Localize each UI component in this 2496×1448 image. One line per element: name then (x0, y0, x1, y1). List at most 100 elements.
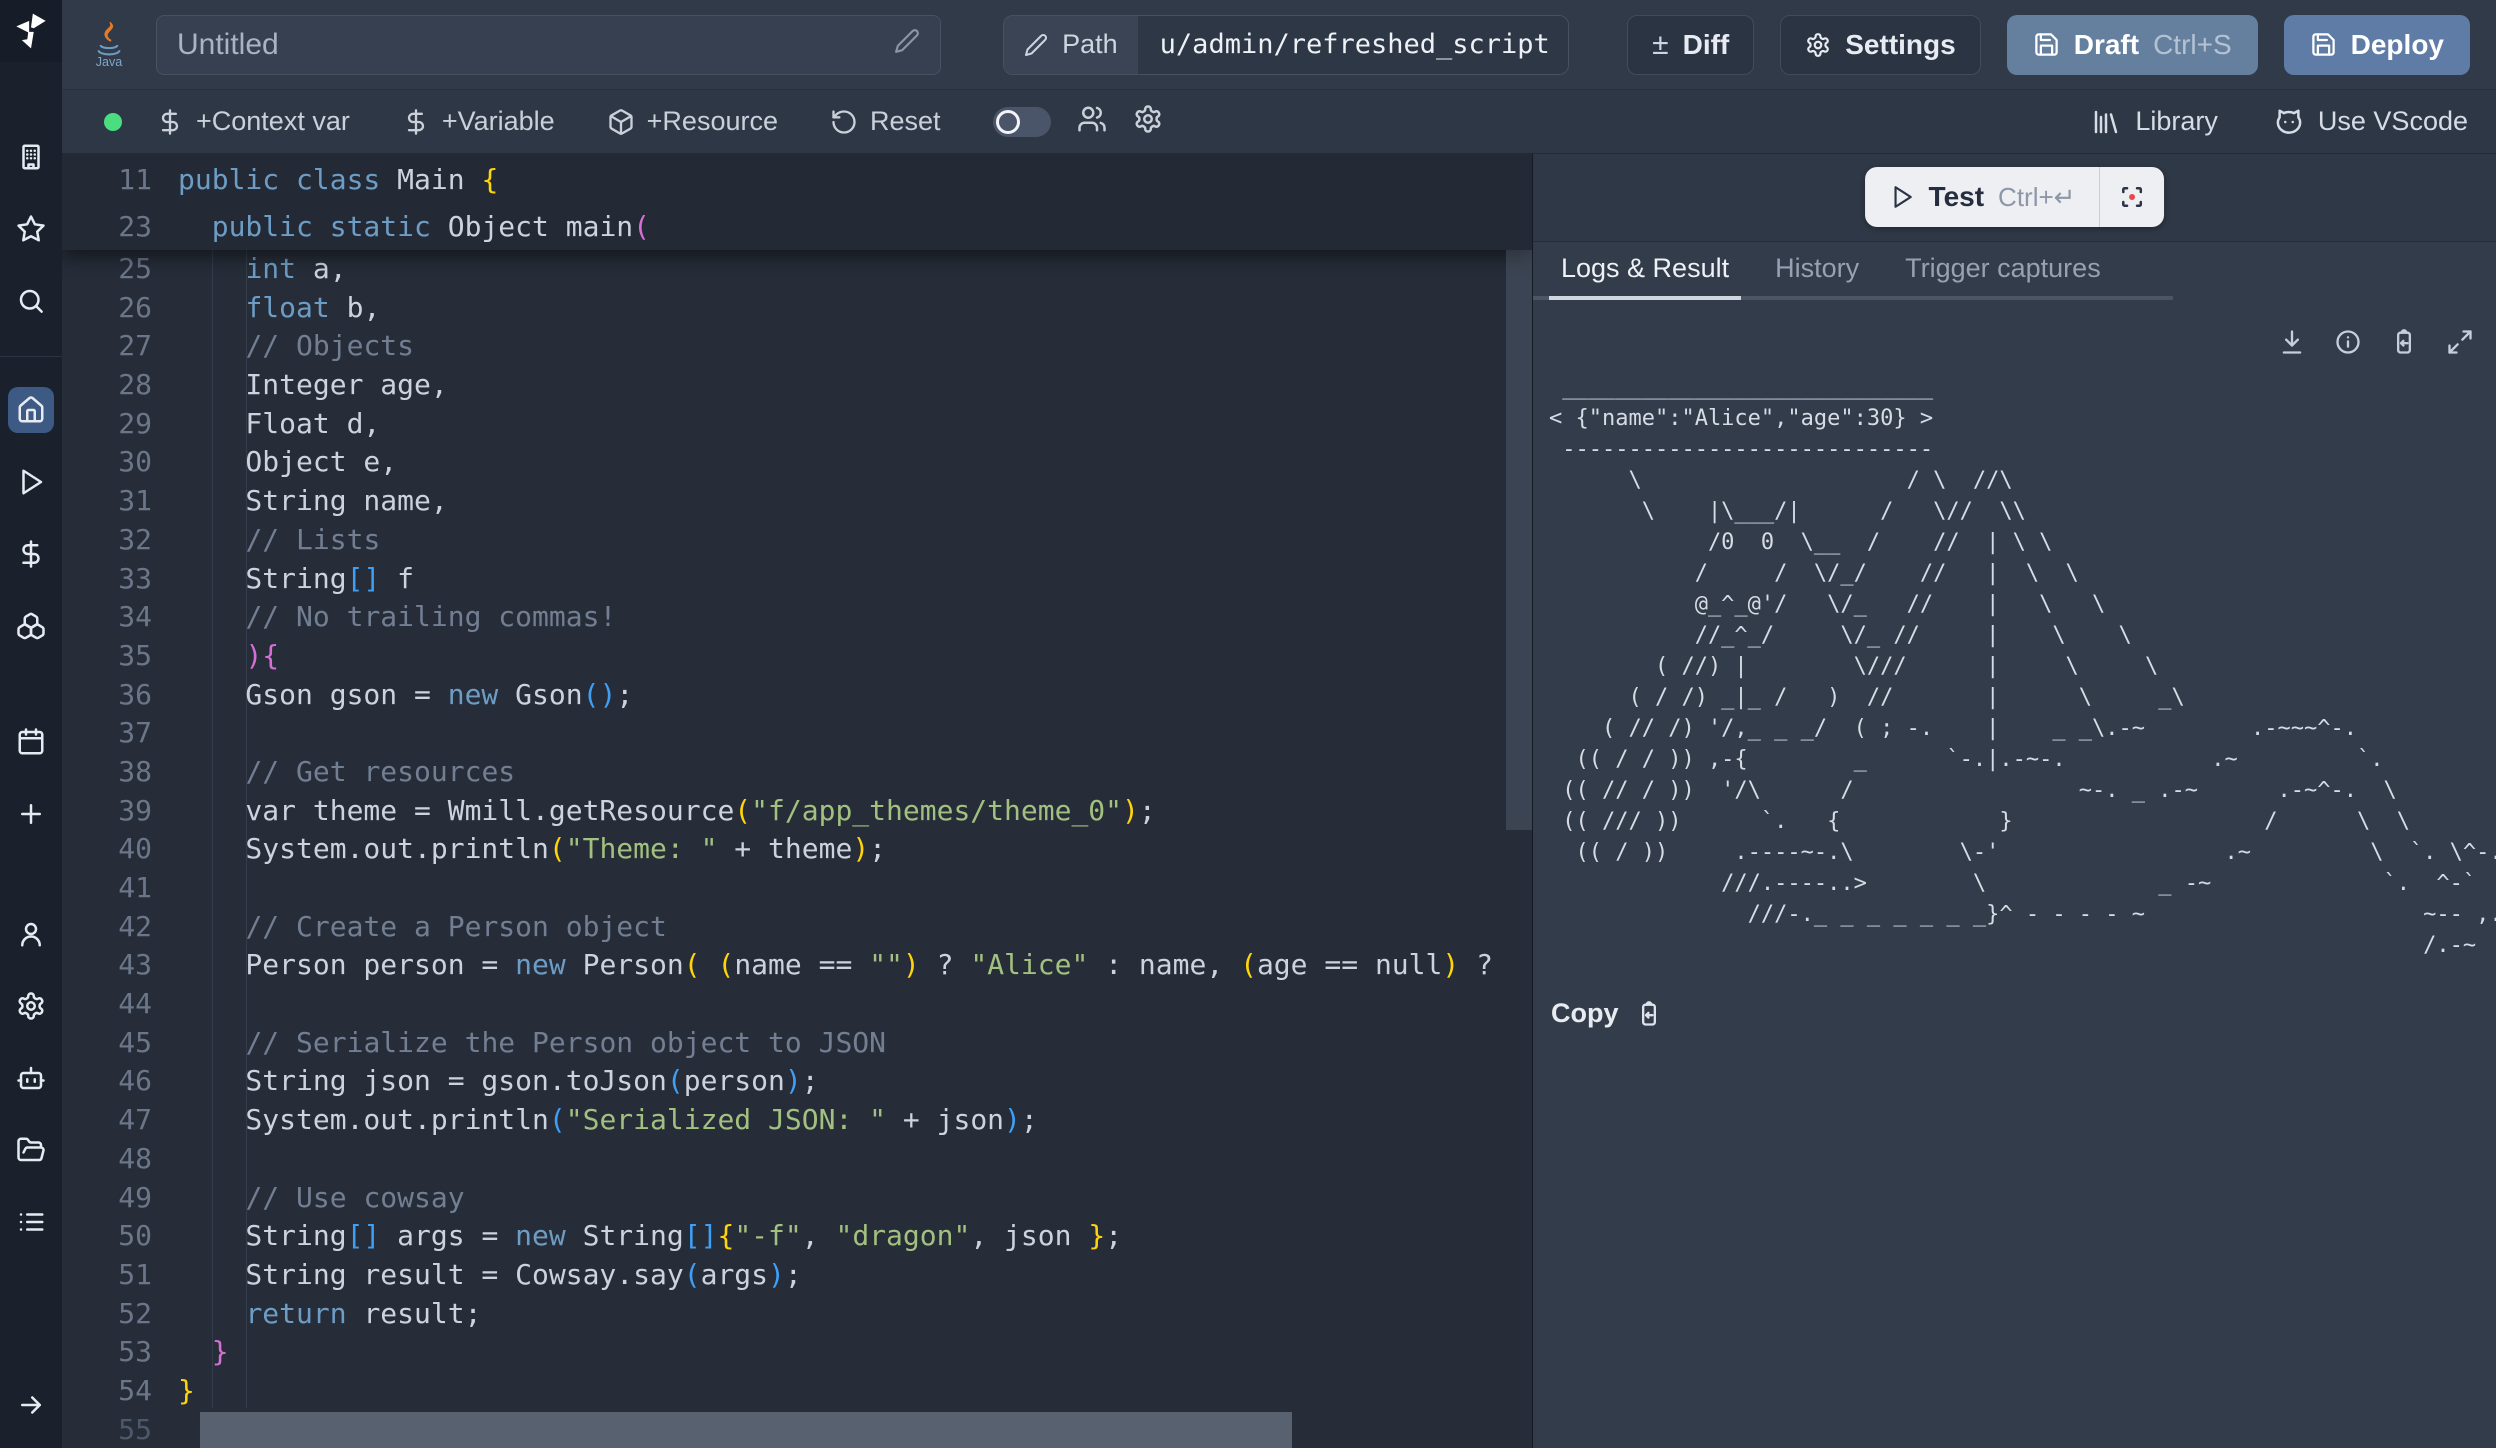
sticky-scope-lines[interactable]: 11public class Main {23 public static Ob… (62, 154, 1532, 250)
code-line-48[interactable]: 48 (62, 1140, 1532, 1179)
sidebar-item-expand-sidebar[interactable] (8, 1382, 54, 1428)
add-variable-button[interactable]: +Variable (402, 106, 555, 137)
code-line-25[interactable]: 25 int a, (62, 250, 1532, 289)
code-line-46[interactable]: 46 String json = gson.toJson(person); (62, 1062, 1532, 1101)
windmill-logo-icon (9, 9, 53, 53)
path-control[interactable]: Path u/admin/refreshed_script (1003, 15, 1569, 75)
settings-button[interactable]: Settings (1780, 15, 1980, 75)
line-content: System.out.println("Theme: " + theme); (152, 830, 886, 869)
code-line-53[interactable]: 53 } (62, 1333, 1532, 1372)
line-number: 34 (62, 598, 152, 637)
sidebar-item-home[interactable] (8, 387, 54, 433)
line-content: // Objects (152, 327, 414, 366)
code-line-40[interactable]: 40 System.out.println("Theme: " + theme)… (62, 830, 1532, 869)
line-content: Person person = new Person( (name == "")… (152, 946, 1493, 985)
sidebar-item-workspace[interactable] (8, 134, 54, 180)
sidebar-item-folders[interactable] (8, 1127, 54, 1173)
sidebar-item-workers[interactable] (8, 1055, 54, 1101)
code-line-50[interactable]: 50 String[] args = new String[]{"-f", "d… (62, 1217, 1532, 1256)
info-icon[interactable] (2334, 328, 2362, 356)
draft-shortcut: Ctrl+S (2153, 29, 2232, 61)
code-line-49[interactable]: 49 // Use cowsay (62, 1179, 1532, 1218)
code-line-45[interactable]: 45 // Serialize the Person object to JSO… (62, 1024, 1532, 1063)
code-editor[interactable]: 11public class Main {23 public static Ob… (62, 154, 1532, 1448)
code-line-31[interactable]: 31 String name, (62, 482, 1532, 521)
test-button[interactable]: Test Ctrl+↵ (1865, 181, 2100, 213)
code-line-34[interactable]: 34 // No trailing commas! (62, 598, 1532, 637)
add-context-var-label: +Context var (196, 106, 350, 137)
code-line-43[interactable]: 43 Person person = new Person( (name == … (62, 946, 1532, 985)
horizontal-scrollbar[interactable] (200, 1412, 1292, 1448)
vscode-icon (2274, 107, 2304, 137)
code-line-52[interactable]: 52 return result; (62, 1295, 1532, 1334)
add-context-var-button[interactable]: +Context var (156, 106, 350, 137)
code-line-32[interactable]: 32 // Lists (62, 521, 1532, 560)
sidebar-item-variables[interactable] (8, 531, 54, 577)
diff-button[interactable]: ± Diff (1627, 15, 1754, 75)
code-line-38[interactable]: 38 // Get resources (62, 753, 1532, 792)
code-line-47[interactable]: 47 System.out.println("Serialized JSON: … (62, 1101, 1532, 1140)
sidebar-item-schedules[interactable] (8, 719, 54, 765)
code-line-42[interactable]: 42 // Create a Person object (62, 908, 1532, 947)
code-line-28[interactable]: 28 Integer age, (62, 366, 1532, 405)
script-title-input[interactable]: Untitled (156, 15, 941, 75)
draft-label: Draft (2074, 29, 2139, 61)
code-line-23[interactable]: 23 public static Object main( (62, 203, 1532, 250)
result-ascii-output: ____________________________ < {"name":"… (1549, 372, 2496, 972)
save-icon (2310, 31, 2337, 58)
line-number: 52 (62, 1295, 152, 1334)
draft-button[interactable]: Draft Ctrl+S (2007, 15, 2258, 75)
deploy-button[interactable]: Deploy (2284, 15, 2470, 75)
copy-result-button[interactable]: Copy (1533, 998, 2496, 1029)
windmill-logo[interactable] (0, 0, 62, 62)
sidebar-item-account[interactable] (8, 911, 54, 957)
pencil-icon (1024, 33, 1048, 57)
assistant-toggle[interactable] (993, 107, 1051, 137)
line-content (152, 869, 178, 908)
clipboard-copy-icon[interactable] (2390, 328, 2418, 356)
code-line-30[interactable]: 30 Object e, (62, 443, 1532, 482)
edit-title-pencil-icon[interactable] (894, 28, 920, 62)
tab-logs-result[interactable]: Logs & Result (1549, 253, 1741, 300)
tab-trigger-captures[interactable]: Trigger captures (1893, 253, 2113, 300)
code-line-51[interactable]: 51 String result = Cowsay.say(args); (62, 1256, 1532, 1295)
sidebar-item-settings[interactable] (8, 983, 54, 1029)
code-line-26[interactable]: 26 float b, (62, 289, 1532, 328)
add-resource-button[interactable]: +Resource (607, 106, 778, 137)
diff-label: Diff (1683, 29, 1730, 61)
sidebar-item-create[interactable] (8, 791, 54, 837)
add-variable-label: +Variable (442, 106, 555, 137)
code-line-29[interactable]: 29 Float d, (62, 405, 1532, 444)
code-line-54[interactable]: 54} (62, 1372, 1532, 1411)
code-line-27[interactable]: 27 // Objects (62, 327, 1532, 366)
code-line-11[interactable]: 11public class Main { (62, 156, 1532, 203)
sidebar-item-search[interactable] (8, 278, 54, 324)
library-button[interactable]: Library (2091, 106, 2218, 137)
code-line-36[interactable]: 36 Gson gson = new Gson(); (62, 676, 1532, 715)
line-number: 49 (62, 1179, 152, 1218)
code-line-35[interactable]: 35 ){ (62, 637, 1532, 676)
multiplayer-users-icon[interactable] (1077, 104, 1107, 139)
code-line-33[interactable]: 33 String[] f (62, 560, 1532, 599)
sidebar-item-runs[interactable] (8, 459, 54, 505)
expand-icon[interactable] (2446, 328, 2474, 356)
vertical-scrollbar[interactable] (1506, 250, 1532, 830)
code-line-39[interactable]: 39 var theme = Wmill.getResource("f/app_… (62, 792, 1532, 831)
sidebar-item-resources[interactable] (8, 603, 54, 649)
download-icon[interactable] (2278, 328, 2306, 356)
result-tabs: Logs & Result History Trigger captures (1533, 242, 2496, 300)
editor-settings-gear-icon[interactable] (1133, 104, 1163, 139)
sidebar-item-audit-logs[interactable] (8, 1199, 54, 1245)
code-line-44[interactable]: 44 (62, 985, 1532, 1024)
code-lines[interactable]: 25 int a,26 float b,27 // Objects28 Inte… (62, 250, 1532, 1448)
sidebar-item-favorites[interactable] (8, 206, 54, 252)
code-line-37[interactable]: 37 (62, 714, 1532, 753)
topbar: Java Untitled Path u/admin/refreshed_scr… (62, 0, 2496, 90)
use-vscode-button[interactable]: Use VScode (2274, 106, 2468, 137)
reset-button[interactable]: Reset (830, 106, 941, 137)
capture-button[interactable] (2100, 167, 2164, 227)
line-number: 50 (62, 1217, 152, 1256)
tab-history[interactable]: History (1763, 253, 1871, 300)
code-line-41[interactable]: 41 (62, 869, 1532, 908)
svg-text:Java: Java (96, 54, 123, 67)
